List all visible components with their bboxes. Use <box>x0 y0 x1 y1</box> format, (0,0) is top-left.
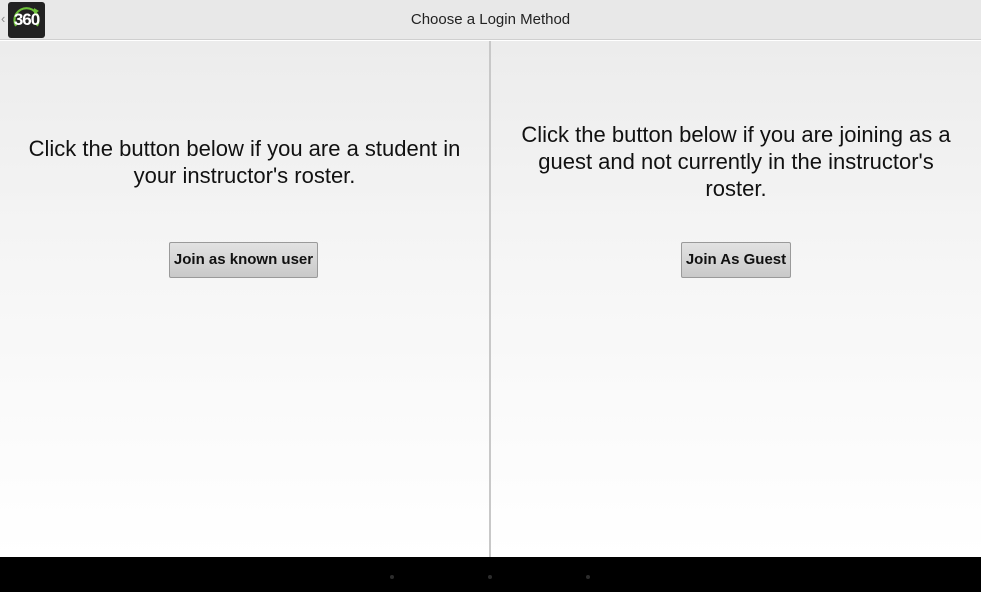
known-user-message: Click the button below if you are a stud… <box>28 136 461 188</box>
home-icon[interactable] <box>488 575 492 579</box>
back-icon[interactable] <box>390 575 394 579</box>
recent-apps-icon[interactable] <box>586 575 590 579</box>
join-as-guest-button[interactable]: Join As Guest <box>681 242 791 278</box>
guest-panel: Click the button below if you are joinin… <box>491 41 981 557</box>
system-nav-bar <box>0 557 981 592</box>
action-bar: ‹ 360 Choose a Login Method <box>0 0 981 40</box>
known-user-panel: Click the button below if you are a stud… <box>0 41 489 557</box>
guest-message: Click the button below if you are joinin… <box>521 122 951 201</box>
main-content: Click the button below if you are a stud… <box>0 41 981 557</box>
join-as-known-user-button[interactable]: Join as known user <box>169 242 318 278</box>
page-title: Choose a Login Method <box>410 11 571 28</box>
